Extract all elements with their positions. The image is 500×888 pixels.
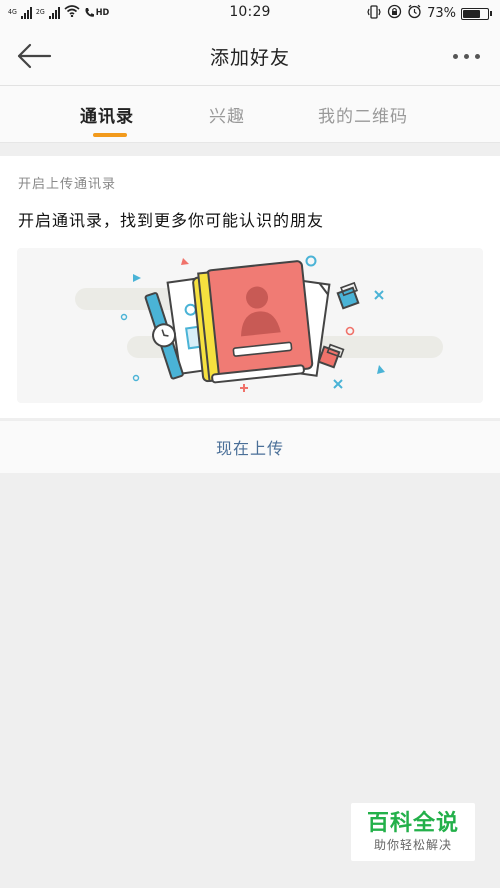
contacts-illustration (17, 248, 483, 403)
upload-now-button[interactable]: 现在上传 (0, 420, 500, 473)
tab-bar: 通讯录 兴趣 我的二维码 (0, 86, 500, 143)
battery-icon (461, 7, 492, 20)
address-book-illustration (75, 255, 443, 392)
upload-contacts-card: 开启上传通讯录 开启通讯录，找到更多你可能认识的朋友 (0, 156, 500, 418)
tab-contacts[interactable]: 通讯录 (80, 102, 134, 127)
card-headline: 开启通讯录，找到更多你可能认识的朋友 (18, 211, 325, 230)
more-dot-icon (452, 53, 458, 59)
lock-rotation-icon (387, 4, 402, 23)
alarm-icon (407, 4, 422, 23)
page-title: 添加好友 (209, 47, 290, 69)
tab-active-indicator (93, 133, 127, 137)
status-right: 73% (366, 4, 492, 23)
watermark-logo: 百科全说 助你轻松解决 (351, 803, 475, 861)
watermark-title: 百科全说 (366, 811, 459, 836)
app-header: 添加好友 (0, 26, 500, 86)
section-label: 开启上传通讯录 (18, 177, 117, 192)
more-options-button[interactable] (444, 42, 488, 70)
vibrate-icon (366, 4, 382, 23)
tab-interests[interactable]: 兴趣 (209, 102, 245, 127)
watermark-subtitle: 助你轻松解决 (373, 838, 452, 852)
more-dot-icon (474, 53, 480, 59)
status-bar: 4G 2G HD 10:29 73% (0, 0, 500, 26)
tab-my-qr-code[interactable]: 我的二维码 (318, 102, 408, 127)
battery-percent: 73% (427, 6, 456, 21)
upload-now-label: 现在上传 (215, 439, 284, 458)
more-dot-icon (463, 53, 469, 59)
